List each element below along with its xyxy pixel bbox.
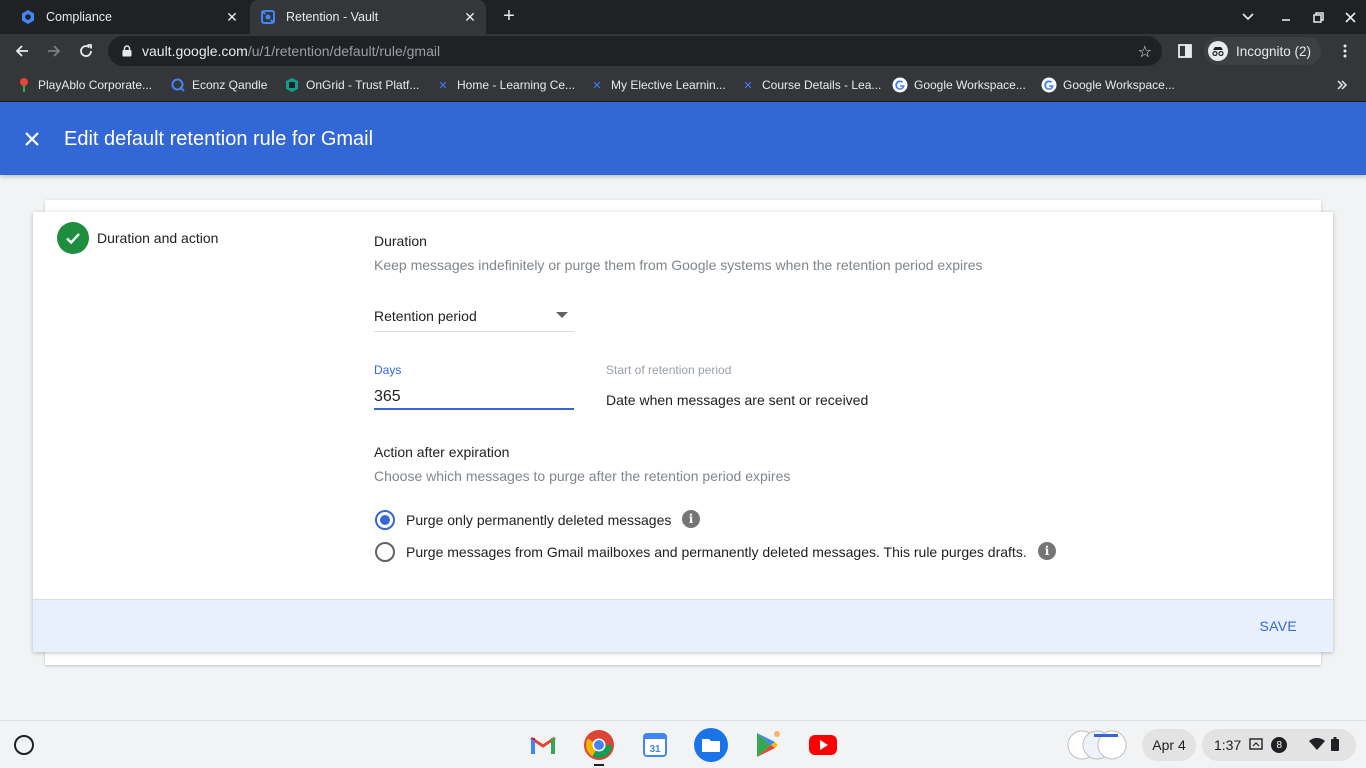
x-learning-icon: ✕ [438,79,448,92]
tab-strip: Compliance ✕ Retention - Vault ✕ + [0,0,1366,34]
back-arrow-icon[interactable] [9,38,35,64]
compliance-icon [20,9,36,25]
youtube-icon[interactable] [806,728,840,762]
date-pill[interactable]: Apr 4 [1142,729,1196,761]
restore-icon[interactable] [1303,0,1333,34]
close-window-icon[interactable] [1335,0,1365,34]
url-host: vault.google.com [142,43,248,59]
google-icon [1041,77,1057,93]
step-label: Duration and action [97,230,219,246]
new-tab-icon[interactable]: + [498,5,520,27]
forward-arrow-icon[interactable] [41,38,67,64]
active-app-indicator [594,764,604,766]
reload-icon[interactable] [73,38,99,64]
info-icon[interactable]: i [1038,542,1056,560]
app-header: Edit default retention rule for Gmail [0,102,1366,175]
chrome-icon[interactable] [582,728,616,762]
tab-title: Retention - Vault [286,10,379,24]
days-input[interactable] [374,386,574,410]
duration-heading: Duration [374,233,427,249]
card-footer: SAVE [33,599,1333,652]
retention-type-select[interactable]: Retention period [374,308,574,332]
x-learning-icon: ✕ [592,79,602,92]
purge-mailboxes-radio[interactable] [375,542,395,562]
tab-retention-vault[interactable]: Retention - Vault ✕ [250,0,486,34]
clock-time: 1:37 [1214,737,1242,753]
browser-toolbar: vault.google.com/u/1/retention/default/r… [0,34,1366,68]
dropdown-arrow-icon [556,312,568,318]
notification-count: 8 [1271,737,1288,753]
bookmarks-bar: PlayAblo Corporate... Econz Qandle OnGri… [0,68,1366,102]
close-tab-icon[interactable]: ✕ [462,9,478,25]
launcher-icon[interactable] [14,735,34,755]
purge-deleted-label[interactable]: Purge only permanently deleted messages [406,512,671,528]
purge-mailboxes-label[interactable]: Purge messages from Gmail mailboxes and … [406,544,1027,560]
bookmark-item[interactable]: PlayAblo Corporate... [16,76,152,94]
more-menu-icon[interactable] [1332,38,1358,64]
status-area[interactable]: 1:37 8 [1202,729,1356,761]
calendar-icon[interactable]: 31 [638,728,672,762]
page-title: Edit default retention rule for Gmail [64,128,374,150]
save-button[interactable]: SAVE [1259,618,1297,634]
bookmark-item[interactable]: ✕ Home - Learning Ce... [435,76,575,94]
files-icon[interactable] [694,728,728,762]
os-shelf: 31 Apr 4 1:37 8 [0,720,1366,768]
rule-editor-card: Duration and action Duration Keep messag… [33,212,1333,652]
close-icon[interactable] [20,127,44,151]
tab-title: Compliance [46,10,113,24]
select-value: Retention period [374,308,477,324]
bookmark-item[interactable]: OnGrid - Trust Platf... [284,76,419,94]
start-of-retention-label: Start of retention period [606,363,732,377]
minimize-icon[interactable] [1271,0,1301,34]
start-of-retention-value: Date when messages are sent or received [606,392,869,408]
screen-capture-icon [1249,737,1263,753]
incognito-profile-button[interactable]: Incognito (2) [1204,37,1322,65]
action-heading: Action after expiration [374,444,510,460]
address-bar[interactable]: vault.google.com/u/1/retention/default/r… [108,36,1162,66]
play-store-icon[interactable] [750,728,784,762]
bookmark-item[interactable]: Econz Qandle [170,76,267,94]
calendar-day: 31 [649,744,661,755]
bookmark-item[interactable]: ✕ My Elective Learnin... [589,76,725,94]
qandle-icon [170,77,186,93]
bookmark-item[interactable]: Google Workspace... [1041,76,1175,94]
battery-icon [1331,736,1340,754]
duration-description: Keep messages indefinitely or purge them… [374,257,983,273]
days-label: Days [374,363,402,377]
info-icon[interactable]: i [682,510,700,528]
check-icon [57,222,89,254]
purge-deleted-radio[interactable] [375,510,395,530]
vault-icon [260,9,276,25]
google-icon [892,77,908,93]
tab-search-icon[interactable] [1233,0,1263,34]
gmail-icon[interactable] [526,728,560,762]
close-tab-icon[interactable]: ✕ [224,9,240,25]
incognito-label: Incognito (2) [1236,43,1312,59]
wifi-icon [1309,737,1326,753]
x-learning-icon: ✕ [743,79,753,92]
playablo-icon [16,77,32,93]
lock-icon [122,45,132,57]
action-description: Choose which messages to purge after the… [374,468,791,484]
date-text: Apr 4 [1152,737,1186,753]
side-panel-icon[interactable] [1172,38,1198,64]
incognito-icon [1208,41,1228,61]
bookmarks-overflow-icon[interactable] [1336,76,1348,94]
url-path: /u/1/retention/default/rule/gmail [247,43,441,59]
bookmark-item[interactable]: ✕ Course Details - Lea... [740,76,881,94]
bookmark-star-icon[interactable]: ☆ [1138,42,1152,62]
bookmark-item[interactable]: Google Workspace... [892,76,1026,94]
ongrid-icon [284,77,300,93]
window-previews[interactable] [1064,729,1130,761]
tab-compliance[interactable]: Compliance ✕ [8,0,248,34]
